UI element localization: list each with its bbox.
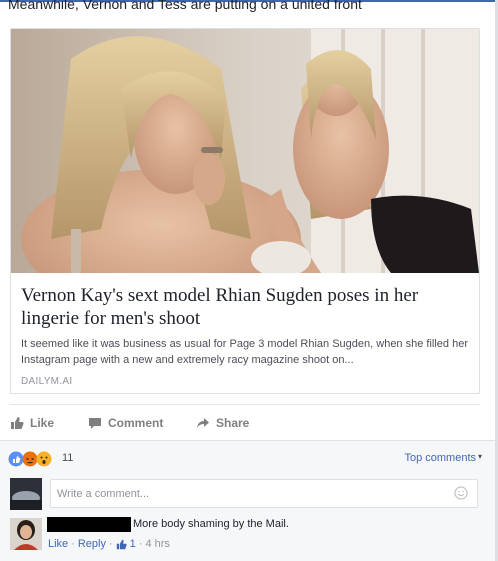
avatar[interactable] bbox=[10, 518, 42, 550]
comment-icon bbox=[89, 418, 101, 429]
separator-dot: · bbox=[108, 538, 113, 550]
separator-dot: · bbox=[138, 538, 143, 550]
like-button-label: Like bbox=[30, 416, 55, 430]
comment-input[interactable]: Write a comment... bbox=[50, 479, 478, 508]
like-button[interactable]: Like bbox=[10, 414, 54, 432]
emoji-icon[interactable] bbox=[454, 486, 468, 500]
comment-sort-dropdown[interactable]: Top comments bbox=[404, 452, 476, 464]
article-domain: DAILYM.AI bbox=[21, 376, 73, 387]
comment-button[interactable]: Comment bbox=[88, 414, 163, 432]
chevron-down-icon[interactable]: ▾ bbox=[478, 452, 482, 461]
like-icon bbox=[8, 451, 24, 467]
share-button-label: Share bbox=[216, 416, 250, 430]
reaction-icons[interactable] bbox=[8, 451, 62, 467]
comment-button-label: Comment bbox=[108, 416, 164, 430]
comment-like-count[interactable]: 1 bbox=[130, 538, 136, 550]
article-headline[interactable]: Vernon Kay's sext model Rhian Sugden pos… bbox=[21, 284, 469, 330]
share-button[interactable]: Share bbox=[196, 414, 249, 432]
facebook-post: Meanwhile, Vernon and Tess are putting o… bbox=[0, 0, 498, 561]
comment-like-link[interactable]: Like bbox=[48, 538, 68, 550]
wow-icon bbox=[36, 451, 52, 467]
comment-meta: Like · Reply · 1 · 4 hrs bbox=[48, 538, 170, 550]
angry-icon bbox=[22, 451, 38, 467]
article-image[interactable] bbox=[11, 29, 479, 273]
comment-text: More body shaming by the Mail. bbox=[133, 518, 289, 530]
comment-timestamp[interactable]: 4 hrs bbox=[145, 538, 169, 550]
post-actions-bar: Like Comment Share bbox=[10, 404, 480, 440]
comment-reply-link[interactable]: Reply bbox=[78, 538, 106, 550]
thumbs-up-icon bbox=[116, 539, 127, 549]
post-caption: Meanwhile, Vernon and Tess are putting o… bbox=[8, 0, 362, 12]
article-photo-graphic bbox=[11, 29, 479, 273]
reaction-count[interactable]: 11 bbox=[62, 452, 73, 464]
article-summary: It seemed like it was business as usual … bbox=[21, 338, 468, 366]
comment-input-placeholder: Write a comment... bbox=[57, 488, 150, 500]
redacted-commenter-name bbox=[47, 517, 131, 532]
comment-composer: Write a comment... bbox=[0, 473, 498, 513]
share-icon bbox=[197, 418, 209, 428]
thumbs-up-icon bbox=[11, 417, 24, 429]
separator-dot: · bbox=[71, 538, 75, 550]
avatar[interactable] bbox=[10, 478, 42, 510]
link-preview-card[interactable]: Vernon Kay's sext model Rhian Sugden pos… bbox=[10, 28, 480, 394]
reactions-bar: 11 Top comments ▾ bbox=[0, 440, 498, 473]
comment-item: More body shaming by the Mail. Like · Re… bbox=[0, 513, 498, 561]
